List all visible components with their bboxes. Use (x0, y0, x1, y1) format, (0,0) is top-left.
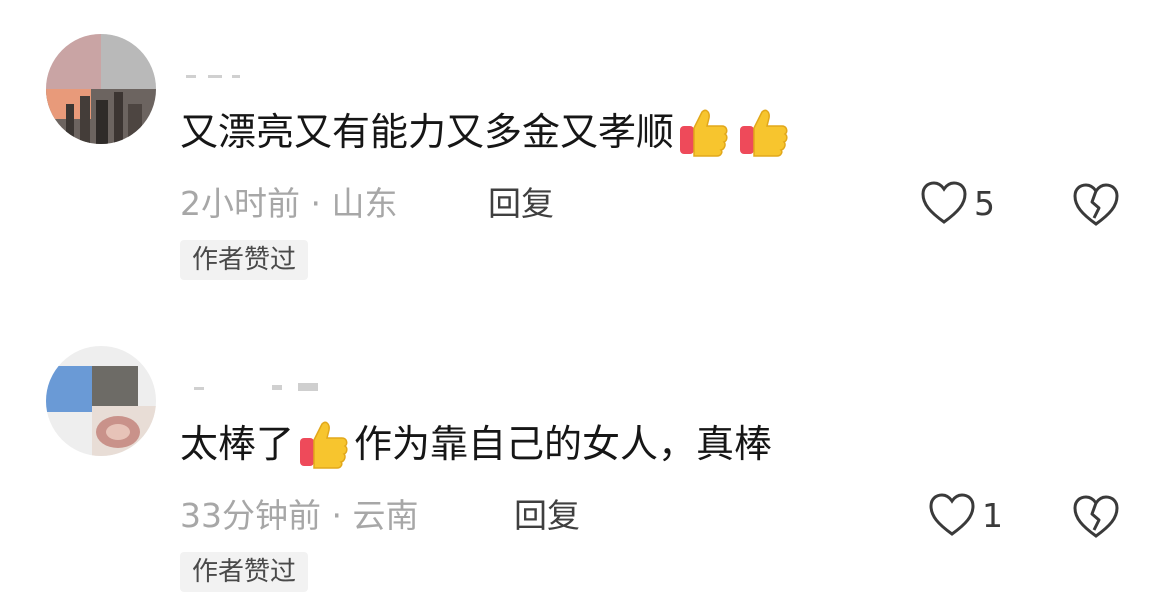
comment-text-part: 作为靠自己的女人，真棒 (354, 422, 773, 466)
broken-heart-icon (1073, 495, 1119, 538)
broken-heart-icon (1073, 183, 1119, 226)
avatar[interactable] (46, 34, 156, 144)
thumbs-up-icon (680, 109, 728, 157)
comment-text-part: 太棒了 (180, 422, 295, 466)
reply-button[interactable]: 回复 (514, 496, 580, 536)
comment-meta: 2小时前 · 山东 (180, 184, 397, 224)
comment-text-part: 又漂亮又有能力又多金又孝顺 (180, 110, 675, 154)
comment-meta: 33分钟前 · 云南 (180, 496, 418, 536)
like-button[interactable]: 5 (920, 180, 995, 226)
dislike-button[interactable] (1072, 494, 1120, 544)
reply-button[interactable]: 回复 (488, 184, 554, 224)
like-count: 5 (974, 183, 995, 223)
comment-location: 山东 (331, 184, 398, 223)
comment-text: 又漂亮又有能力又多金又孝顺 (180, 106, 794, 158)
heart-icon (929, 493, 975, 536)
thumbs-up-icon (300, 421, 348, 469)
username-obscured[interactable] (180, 378, 340, 391)
meta-separator: · (300, 184, 332, 223)
like-count: 1 (982, 495, 1003, 535)
like-button[interactable]: 1 (928, 492, 1003, 538)
author-liked-badge: 作者赞过 (180, 240, 309, 280)
comment-location: 云南 (352, 496, 419, 535)
avatar[interactable] (46, 346, 156, 456)
dislike-button[interactable] (1072, 182, 1120, 232)
meta-separator: · (321, 496, 353, 535)
heart-icon (921, 181, 967, 224)
username-obscured[interactable] (180, 66, 340, 78)
comment-time: 2小时前 (180, 184, 300, 223)
thumbs-up-icon (740, 109, 788, 157)
comment-time: 33分钟前 (180, 496, 321, 535)
author-liked-badge: 作者赞过 (180, 552, 309, 592)
comment-text: 太棒了 作为靠自己的女人，真棒 (180, 418, 772, 470)
